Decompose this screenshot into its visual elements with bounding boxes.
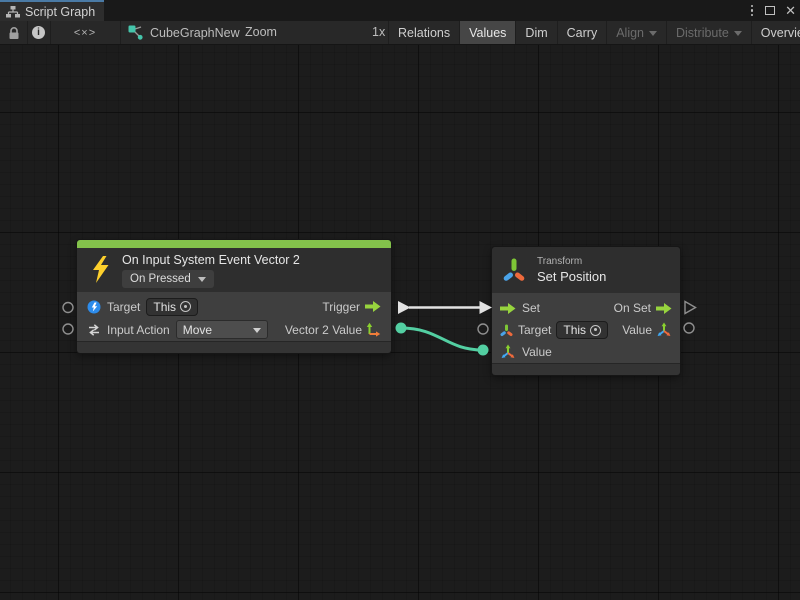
lightning-bolt-icon	[91, 256, 110, 283]
graph-toolbar: i <×> CubeGraphNew Zoom 1x Relations Val…	[0, 21, 800, 45]
maximize-icon[interactable]	[765, 6, 775, 15]
transform-icon	[503, 258, 525, 282]
event-node-header: On Input System Event Vector 2 On Presse…	[77, 248, 391, 292]
value-in-port-label: Value	[522, 345, 552, 359]
distribute-button: Distribute	[666, 21, 751, 44]
code-view-icon: <×>	[74, 27, 96, 39]
chevron-down-icon	[253, 328, 261, 333]
set-position-category: Transform	[537, 256, 582, 267]
vector2-icon	[366, 322, 381, 337]
lock-icon	[8, 26, 20, 40]
window-menu-icon[interactable]	[749, 3, 756, 19]
transform-mini-icon	[500, 324, 513, 337]
chevron-down-icon	[649, 31, 657, 36]
event-node-footer	[77, 341, 391, 353]
target-this-chip[interactable]: This	[146, 298, 198, 316]
code-view-button[interactable]: <×>	[50, 21, 120, 44]
chevron-down-icon	[198, 277, 206, 282]
overview-button[interactable]: Overview	[751, 21, 800, 44]
event-node-accent-bar	[77, 240, 391, 248]
relations-button[interactable]: Relations	[388, 21, 459, 44]
flow-arrow-icon	[500, 302, 516, 315]
info-icon: i	[32, 26, 45, 39]
info-button[interactable]: i	[27, 21, 50, 44]
graph-breadcrumb[interactable]: CubeGraphNew	[128, 21, 240, 44]
target-port-label: Target	[518, 323, 551, 337]
input-action-dropdown[interactable]: Move	[176, 320, 268, 339]
trigger-port-label: Trigger	[322, 300, 360, 314]
tab-script-graph[interactable]: Script Graph	[0, 0, 104, 21]
graph-asset-icon	[128, 25, 143, 40]
event-node-body: Target This Trigger	[77, 292, 391, 341]
set-position-header: Transform Set Position	[492, 247, 680, 293]
tab-title: Script Graph	[25, 5, 95, 19]
toolbar-right-buttons: Relations Values Dim Carry Align Distrib…	[388, 21, 800, 44]
lock-button[interactable]	[0, 21, 27, 44]
vector2-port-label: Vector 2 Value	[285, 323, 362, 337]
align-button: Align	[606, 21, 666, 44]
script-graph-window: Script Graph ✕ i <×>	[0, 0, 800, 600]
dim-button[interactable]: Dim	[515, 21, 556, 44]
close-icon[interactable]: ✕	[785, 4, 796, 17]
graph-canvas[interactable]: On Input System Event Vector 2 On Presse…	[0, 45, 800, 600]
values-button[interactable]: Values	[459, 21, 515, 44]
game-object-icon	[87, 300, 101, 314]
target-port-label: Target	[107, 300, 140, 314]
zoom-label: Zoom	[245, 25, 277, 39]
set-position-footer	[492, 363, 680, 375]
zoom-value: 1x	[372, 25, 385, 39]
vector3-icon	[500, 344, 516, 360]
set-port-label: Set	[522, 301, 540, 315]
flow-arrow-icon	[365, 300, 381, 313]
flow-arrow-icon	[656, 302, 672, 315]
node-on-input-system-event[interactable]: On Input System Event Vector 2 On Presse…	[77, 240, 391, 353]
object-picker-icon[interactable]	[590, 325, 601, 336]
input-action-port-label: Input Action	[107, 323, 170, 337]
graph-name-label: CubeGraphNew	[150, 26, 240, 40]
value-out-port-label: Value	[622, 323, 652, 337]
set-position-title: Set Position	[537, 269, 606, 284]
event-mode-dropdown[interactable]: On Pressed	[122, 270, 214, 288]
tab-bar: Script Graph ✕	[0, 0, 800, 21]
object-picker-icon[interactable]	[180, 301, 191, 312]
input-action-icon	[87, 323, 101, 337]
carry-button[interactable]: Carry	[557, 21, 607, 44]
node-set-position[interactable]: Transform Set Position Set On Set	[492, 247, 680, 375]
chevron-down-icon	[734, 31, 742, 36]
target-this-chip[interactable]: This	[556, 321, 608, 339]
graph-hierarchy-icon	[6, 6, 20, 18]
window-controls: ✕	[749, 0, 796, 21]
vector3-icon	[656, 322, 672, 338]
set-position-body: Set On Set	[492, 293, 680, 363]
on-set-port-label: On Set	[614, 301, 651, 315]
event-node-title: On Input System Event Vector 2	[122, 253, 300, 267]
